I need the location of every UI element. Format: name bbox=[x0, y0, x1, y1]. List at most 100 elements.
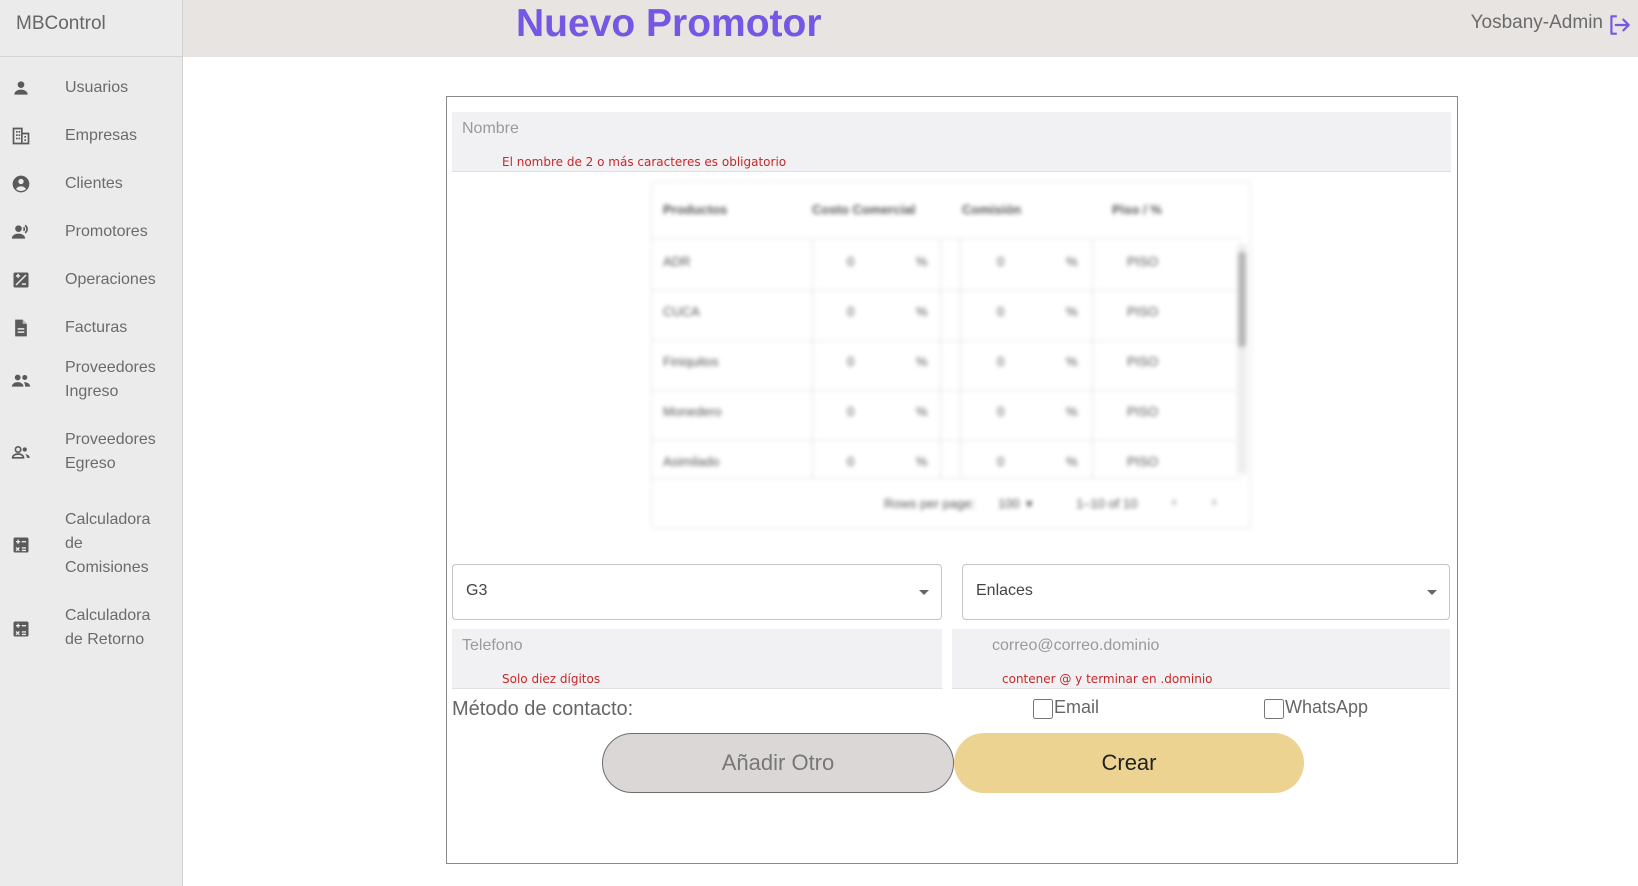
cost-input[interactable]: 0 bbox=[847, 354, 854, 369]
document-icon bbox=[11, 318, 31, 338]
sidebar-item-calculadora-comisiones[interactable]: Calculadora de Comisiones bbox=[0, 508, 183, 580]
commission-unit: % bbox=[1066, 354, 1078, 369]
floor-select[interactable]: PISO bbox=[1127, 254, 1158, 269]
name-error: El nombre de 2 o más caracteres es oblig… bbox=[502, 155, 787, 169]
cost-unit: % bbox=[916, 454, 928, 469]
grid-divider bbox=[652, 290, 1242, 291]
grid-scrollbar[interactable] bbox=[1237, 244, 1247, 474]
grid-header-piso[interactable]: Piso / % bbox=[1112, 182, 1162, 238]
sidebar-item-label: Calculadora de Comisiones bbox=[65, 511, 151, 576]
commission-input[interactable]: 0 bbox=[997, 304, 1004, 319]
account-circle-icon bbox=[11, 174, 31, 194]
pagination-range: 1–10 of 10 bbox=[1076, 496, 1138, 511]
top-bar: Nuevo Promotor Yosbany-Admin bbox=[183, 0, 1638, 57]
brand-logo[interactable]: MBControl bbox=[0, 0, 182, 57]
phone-input[interactable] bbox=[462, 637, 922, 655]
product-cell: Finiquitos bbox=[663, 354, 719, 369]
sidebar-item-proveedores-ingreso[interactable]: Proveedores Ingreso bbox=[0, 356, 183, 404]
sidebar-item-calculadora-retorno[interactable]: Calculadora de Retorno bbox=[0, 604, 183, 652]
floor-select[interactable]: PISO bbox=[1127, 404, 1158, 419]
commission-input[interactable]: 0 bbox=[997, 254, 1004, 269]
sidebar-item-label: Usuarios bbox=[65, 79, 129, 96]
sidebar-item-usuarios[interactable]: Usuarios bbox=[0, 76, 183, 100]
cost-unit: % bbox=[916, 304, 928, 319]
email-checkbox-input[interactable] bbox=[1033, 699, 1053, 719]
sidebar-item-label: Proveedores Ingreso bbox=[65, 359, 156, 400]
calculator-icon bbox=[11, 535, 31, 555]
grid-header-comision[interactable]: Comisión bbox=[962, 182, 1021, 238]
email-error: contener @ y terminar en .dominio bbox=[1002, 672, 1213, 686]
product-cell: Monedero bbox=[663, 404, 722, 419]
promoter-form: El nombre de 2 o más caracteres es oblig… bbox=[446, 96, 1458, 864]
phone-field: Solo diez dígitos bbox=[452, 629, 942, 689]
email-field: contener @ y terminar en .dominio bbox=[952, 629, 1450, 689]
product-cell: ADR bbox=[663, 254, 691, 269]
user-name: Yosbany-Admin bbox=[1470, 12, 1603, 33]
email-input[interactable] bbox=[992, 637, 1432, 655]
commission-unit: % bbox=[1066, 454, 1078, 469]
floor-select[interactable]: PISO bbox=[1127, 304, 1158, 319]
sidebar-item-empresas[interactable]: Empresas bbox=[0, 124, 183, 148]
sidebar-item-operaciones[interactable]: Operaciones bbox=[0, 268, 183, 292]
sidebar-item-label: Clientes bbox=[65, 175, 123, 192]
grid-column-divider bbox=[812, 238, 813, 478]
product-cell: Asimilado bbox=[663, 454, 720, 469]
floor-select[interactable]: PISO bbox=[1127, 454, 1158, 469]
rows-per-page-select[interactable]: 100 bbox=[998, 496, 1020, 511]
phone-error: Solo diez dígitos bbox=[502, 672, 601, 686]
cost-input[interactable]: 0 bbox=[847, 454, 854, 469]
cost-input[interactable]: 0 bbox=[847, 404, 854, 419]
commission-unit: % bbox=[1066, 404, 1078, 419]
whatsapp-checkbox-label: WhatsApp bbox=[1285, 697, 1369, 717]
floor-select[interactable]: PISO bbox=[1127, 354, 1158, 369]
cost-unit: % bbox=[916, 354, 928, 369]
type-select[interactable]: Enlaces bbox=[962, 564, 1450, 620]
sidebar-item-label: Calculadora de Retorno bbox=[65, 607, 151, 648]
whatsapp-checkbox-input[interactable] bbox=[1264, 699, 1284, 719]
type-select-value: Enlaces bbox=[976, 582, 1033, 599]
sidebar-item-label: Proveedores Egreso bbox=[65, 431, 156, 472]
contact-method-label: Método de contacto: bbox=[452, 698, 634, 720]
calculator-icon bbox=[11, 619, 31, 639]
chevron-left-icon[interactable]: ‹ bbox=[1172, 494, 1176, 509]
products-grid: Productos Costo Comercial Comisión Piso … bbox=[651, 181, 1251, 529]
cost-input[interactable]: 0 bbox=[847, 304, 854, 319]
sidebar-item-label: Promotores bbox=[65, 223, 148, 240]
grid-divider bbox=[652, 238, 1242, 239]
group-select-value: G3 bbox=[466, 582, 488, 599]
sidebar-item-proveedores-egreso[interactable]: Proveedores Egreso bbox=[0, 428, 183, 476]
email-checkbox-label: Email bbox=[1054, 697, 1100, 717]
grid-divider bbox=[652, 340, 1242, 341]
grid-scrollbar-thumb[interactable] bbox=[1238, 252, 1246, 347]
people-icon bbox=[11, 370, 31, 390]
chevron-right-icon[interactable]: › bbox=[1212, 494, 1216, 509]
commission-input[interactable]: 0 bbox=[997, 354, 1004, 369]
sidebar: MBControl Usuarios Empresas Clientes Pro… bbox=[0, 0, 183, 886]
commission-unit: % bbox=[1066, 304, 1078, 319]
rows-per-page-label: Rows per page: bbox=[884, 496, 976, 511]
record-voice-icon bbox=[11, 222, 31, 242]
grid-header-costo[interactable]: Costo Comercial bbox=[812, 182, 915, 238]
commission-input[interactable]: 0 bbox=[997, 454, 1004, 469]
sidebar-item-promotores[interactable]: Promotores bbox=[0, 220, 183, 244]
commission-input[interactable]: 0 bbox=[997, 404, 1004, 419]
grid-header-productos[interactable]: Productos bbox=[663, 182, 727, 238]
add-other-button[interactable]: Añadir Otro bbox=[602, 733, 954, 793]
grid-divider bbox=[652, 390, 1242, 391]
grid-column-divider bbox=[1092, 238, 1093, 478]
commission-unit: % bbox=[1066, 254, 1078, 269]
grid-column-divider bbox=[960, 238, 961, 478]
page-title: Nuevo Promotor bbox=[516, 2, 822, 45]
people-outline-icon bbox=[11, 442, 31, 462]
group-select[interactable]: G3 bbox=[452, 564, 942, 620]
cost-input[interactable]: 0 bbox=[847, 254, 854, 269]
name-field: El nombre de 2 o más caracteres es oblig… bbox=[452, 112, 1451, 172]
grid-divider bbox=[652, 440, 1242, 441]
create-button[interactable]: Crear bbox=[954, 733, 1304, 793]
sidebar-item-facturas[interactable]: Facturas bbox=[0, 316, 183, 340]
name-input[interactable] bbox=[462, 120, 1422, 138]
grid-column-divider bbox=[940, 238, 941, 478]
chevron-down-icon: ▾ bbox=[1026, 496, 1033, 511]
sidebar-item-clientes[interactable]: Clientes bbox=[0, 172, 183, 196]
logout-icon[interactable] bbox=[1606, 12, 1632, 38]
